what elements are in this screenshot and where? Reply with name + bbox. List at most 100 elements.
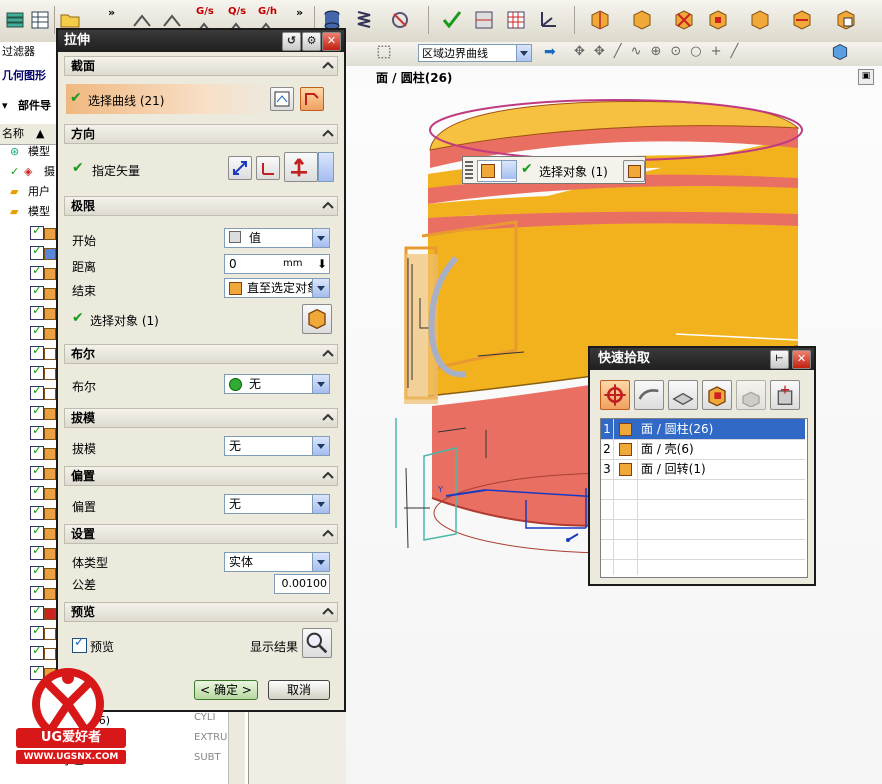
- feature-checkbox[interactable]: [30, 263, 44, 280]
- tool-icon[interactable]: [388, 8, 412, 32]
- arrow-down-icon[interactable]: ⬇: [317, 255, 327, 273]
- close-icon[interactable]: ✕: [322, 32, 341, 51]
- feature-checkbox[interactable]: [30, 543, 44, 560]
- snap-point-icons[interactable]: ✥✥╱∿⊕⊙○+╱: [574, 44, 747, 59]
- feature-checkbox[interactable]: [30, 403, 44, 420]
- check-icon[interactable]: [440, 8, 464, 32]
- close-icon[interactable]: ✕: [792, 350, 811, 369]
- tree-row-user[interactable]: ▰ 用户: [0, 182, 56, 202]
- section-header[interactable]: 截面: [64, 56, 338, 76]
- curve-rule-select[interactable]: 区域边界曲线: [418, 44, 532, 62]
- feature-checkbox[interactable]: [30, 343, 44, 360]
- chevron-down-icon[interactable]: [516, 45, 531, 61]
- feature-filter-button[interactable]: [736, 380, 766, 410]
- tree-row-model2[interactable]: ▰ 模型: [0, 202, 56, 222]
- dialog-titlebar[interactable]: 拉伸 ↺ ⚙ ✕: [58, 30, 344, 52]
- distance-field[interactable]: 0 mm ⬇: [224, 254, 330, 274]
- draft-header[interactable]: 拔模: [64, 408, 338, 428]
- body-icon-7[interactable]: [834, 8, 858, 32]
- list-item[interactable]: 2 面 / 壳(6): [601, 439, 805, 460]
- offset-header[interactable]: 偏置: [64, 466, 338, 486]
- quick-pick-list[interactable]: 1 面 / 圆柱(26) 2 面 / 壳(6) 3 面 / 回转(1): [600, 418, 808, 578]
- feature-checkbox[interactable]: [30, 523, 44, 540]
- face-filter-button[interactable]: [668, 380, 698, 410]
- feature-checkbox[interactable]: [30, 463, 44, 480]
- chevron-down-icon[interactable]: [312, 229, 329, 247]
- boolean-header[interactable]: 布尔: [64, 344, 338, 364]
- feature-checkbox[interactable]: [30, 643, 44, 660]
- body-icon-2[interactable]: [630, 8, 654, 32]
- select-box-icon[interactable]: [374, 42, 394, 62]
- gear-icon[interactable]: ⚙: [302, 32, 321, 51]
- feature-checkbox[interactable]: [30, 323, 44, 340]
- list-item[interactable]: 1 面 / 圆柱(26): [601, 419, 805, 440]
- limits-header[interactable]: 极限: [64, 196, 338, 216]
- body-icon-6[interactable]: [790, 8, 814, 32]
- chevron-up-icon[interactable]: [321, 346, 335, 360]
- body-icon-4[interactable]: [706, 8, 730, 32]
- grid-icon[interactable]: [504, 8, 528, 32]
- body-icon-3[interactable]: [672, 8, 696, 32]
- show-result-button[interactable]: [302, 628, 332, 658]
- feature-checkbox[interactable]: [30, 563, 44, 580]
- settings-header[interactable]: 设置: [64, 524, 338, 544]
- ok-button[interactable]: < 确定 >: [194, 680, 258, 700]
- grip-icon[interactable]: [465, 161, 473, 179]
- select-curve-row[interactable]: ✔ 选择曲线 (21): [66, 84, 270, 114]
- dimension-icon[interactable]: [472, 8, 496, 32]
- curve-filter-button[interactable]: [634, 380, 664, 410]
- chevron-down-icon[interactable]: [501, 161, 516, 179]
- tree-row-model[interactable]: ⊛ 模型: [0, 142, 56, 162]
- feature-checkbox[interactable]: [30, 503, 44, 520]
- sketch-section-button[interactable]: [270, 87, 294, 111]
- feature-checkbox[interactable]: [30, 303, 44, 320]
- offset-dropdown[interactable]: 无: [224, 494, 330, 514]
- feature-checkbox[interactable]: [30, 423, 44, 440]
- toolbar-overflow-icon[interactable]: »: [108, 6, 115, 19]
- vector-type-button[interactable]: [284, 152, 318, 182]
- add-body-icon[interactable]: [588, 8, 612, 32]
- chevron-up-icon[interactable]: [321, 468, 335, 482]
- chevron-up-icon[interactable]: [321, 198, 335, 212]
- draft-dropdown[interactable]: 无: [224, 436, 330, 456]
- selection-type-dropdown[interactable]: [477, 160, 517, 182]
- select-object-button[interactable]: [623, 160, 645, 182]
- curve-select-button[interactable]: [300, 87, 324, 111]
- feature-checkbox[interactable]: [30, 383, 44, 400]
- preview-checkbox[interactable]: ✓: [72, 635, 87, 653]
- body-filter-button[interactable]: [702, 380, 732, 410]
- toolbar-overflow2-icon[interactable]: »: [296, 6, 303, 19]
- pin-icon[interactable]: ⊢: [770, 350, 789, 369]
- feature-checkbox[interactable]: [30, 483, 44, 500]
- body-icon-5[interactable]: [748, 8, 772, 32]
- geometry-row[interactable]: 几何图形: [0, 66, 56, 86]
- layers-icon[interactable]: [4, 8, 28, 32]
- preview-header[interactable]: 预览: [64, 602, 338, 622]
- feature-checkbox[interactable]: [30, 443, 44, 460]
- feature-checkbox[interactable]: [30, 243, 44, 260]
- chevron-down-icon[interactable]: [312, 553, 329, 571]
- chevron-down-icon[interactable]: [312, 279, 329, 297]
- boolean-dropdown[interactable]: 无: [224, 374, 330, 394]
- chevron-up-icon[interactable]: [321, 126, 335, 140]
- feature-checkbox[interactable]: [30, 223, 44, 240]
- spring-icon[interactable]: [352, 8, 376, 32]
- feature-checkbox[interactable]: [30, 603, 44, 620]
- tolerance-field[interactable]: 0.00100: [274, 574, 330, 594]
- cube-view-icon[interactable]: [830, 42, 850, 62]
- vector-constructor-button[interactable]: [256, 156, 280, 180]
- chevron-up-icon[interactable]: [321, 526, 335, 540]
- all-filter-button[interactable]: [600, 380, 630, 410]
- chevron-down-icon[interactable]: [312, 375, 329, 393]
- tree-row-sketch[interactable]: ✓ ◈ 摄: [0, 162, 56, 182]
- quick-pick-titlebar[interactable]: 快速拾取 ⊢ ✕: [590, 348, 814, 370]
- table-icon[interactable]: [28, 8, 52, 32]
- chevron-up-icon[interactable]: [321, 410, 335, 424]
- chevron-up-icon[interactable]: [321, 604, 335, 618]
- start-dropdown[interactable]: 值: [224, 228, 330, 248]
- reset-icon[interactable]: ↺: [282, 32, 301, 51]
- nav-scrollbar[interactable]: [228, 712, 245, 784]
- axis-icon[interactable]: [536, 8, 560, 32]
- end-dropdown[interactable]: 直至选定对象: [224, 278, 330, 298]
- feature-checkbox[interactable]: [30, 623, 44, 640]
